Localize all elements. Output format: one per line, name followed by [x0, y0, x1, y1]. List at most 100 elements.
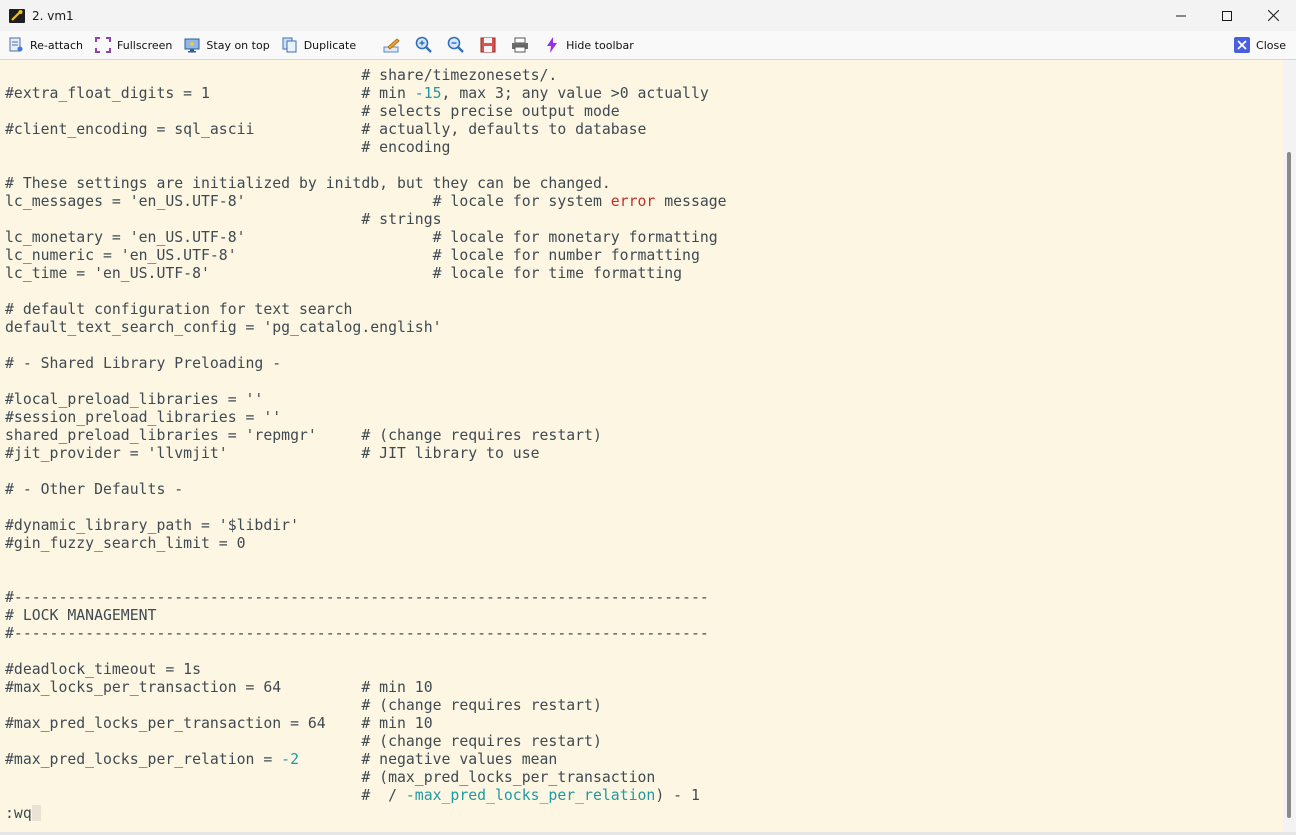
terminal-line: :wq	[5, 805, 727, 823]
terminal-line: # LOCK MANAGEMENT	[5, 607, 727, 625]
maximize-button[interactable]	[1204, 0, 1250, 31]
terminal-text-segment: #gin_fuzzy_search_limit = 0	[5, 535, 246, 552]
terminal-text-segment: default_text_search_config = 'pg_catalog…	[5, 319, 442, 336]
terminal-line: #client_encoding = sql_ascii # actually,…	[5, 121, 727, 139]
terminal-text-segment: -15	[414, 85, 442, 102]
hide-toolbar-label: Hide toolbar	[566, 38, 634, 52]
terminal-text-segment: #client_encoding = sql_ascii # actually,…	[5, 121, 647, 138]
terminal-text-segment: message	[655, 193, 727, 210]
terminal-line: # (change requires restart)	[5, 697, 727, 715]
zoom-in-button[interactable]	[412, 33, 436, 57]
zoom-out-button[interactable]	[444, 33, 468, 57]
terminal-line: # (max_pred_locks_per_transaction	[5, 769, 727, 787]
terminal-text-segment: -max_pred_locks_per_relation	[405, 787, 656, 804]
terminal-text-segment: # encoding	[5, 139, 451, 156]
terminal-text-segment: lc_time = 'en_US.UTF-8' # locale for tim…	[5, 265, 683, 282]
hide-toolbar-button[interactable]: Hide toolbar	[540, 33, 638, 57]
terminal-line: # / -max_pred_locks_per_relation) - 1	[5, 787, 727, 805]
monitor-icon	[184, 37, 200, 53]
terminal-text-segment: # - Other Defaults -	[5, 481, 184, 498]
stay-on-top-label: Stay on top	[206, 38, 270, 52]
terminal-text-segment: lc_numeric = 'en_US.UTF-8' # locale for …	[5, 247, 700, 264]
close-window-button[interactable]	[1250, 0, 1296, 31]
terminal-text-segment: # - Shared Library Preloading -	[5, 355, 282, 372]
terminal-text: # share/timezonesets/. #extra_float_digit…	[5, 67, 727, 823]
app-icon	[9, 8, 25, 24]
close-icon	[1267, 10, 1279, 21]
terminal-text-segment: # (change requires restart)	[5, 697, 602, 714]
fullscreen-icon	[95, 37, 112, 53]
scrollbar-thumb[interactable]	[1287, 152, 1291, 818]
lightning-icon	[544, 37, 560, 53]
terminal-line: #extra_float_digits = 1 # min -15, max 3…	[5, 85, 727, 103]
terminal-line: #max_pred_locks_per_relation = -2 # nega…	[5, 751, 727, 769]
vertical-scrollbar[interactable]	[1283, 60, 1296, 832]
terminal-line: #gin_fuzzy_search_limit = 0	[5, 535, 727, 553]
terminal-text-segment: ) - 1	[655, 787, 700, 804]
terminal-text-segment: shared_preload_libraries = 'repmgr' # (c…	[5, 427, 602, 444]
terminal-line: # encoding	[5, 139, 727, 157]
terminal-line: #max_pred_locks_per_transaction = 64 # m…	[5, 715, 727, 733]
terminal-text-segment: error	[610, 193, 656, 210]
terminal-line: # (change requires restart)	[5, 733, 727, 751]
terminal-line: #jit_provider = 'llvmjit' # JIT library …	[5, 445, 727, 463]
terminal-line: # default configuration for text search	[5, 301, 727, 319]
close-toolbar-button[interactable]: Close	[1234, 33, 1286, 57]
terminal-line: lc_messages = 'en_US.UTF-8' # locale for…	[5, 193, 727, 211]
terminal-text-segment: # strings	[5, 211, 442, 228]
reattach-icon	[8, 37, 24, 53]
terminal-text-segment: #max_pred_locks_per_transaction = 64 # m…	[5, 715, 433, 732]
reattach-button[interactable]: Re-attach	[4, 33, 87, 57]
terminal-line: default_text_search_config = 'pg_catalog…	[5, 319, 727, 337]
terminal-line: # - Other Defaults -	[5, 481, 727, 499]
terminal-line: # These settings are initialized by init…	[5, 175, 727, 193]
toolbar: Re-attach Fullscreen Stay on top Duplica…	[0, 31, 1296, 60]
duplicate-label: Duplicate	[303, 38, 357, 52]
terminal-line: # share/timezonesets/.	[5, 67, 727, 85]
text-cursor	[31, 805, 41, 821]
terminal-text-segment: # These settings are initialized by init…	[5, 175, 611, 192]
terminal-text-segment: #---------------------------------------…	[5, 589, 709, 606]
terminal-text-segment: -2	[281, 751, 299, 768]
maximize-icon	[1222, 10, 1232, 21]
terminal-text-segment: #deadlock_timeout = 1s	[5, 661, 201, 678]
terminal-line: lc_monetary = 'en_US.UTF-8' # locale for…	[5, 229, 727, 247]
duplicate-button[interactable]: Duplicate	[278, 33, 360, 57]
terminal-text-segment: # /	[5, 787, 406, 804]
terminal-text-segment: # selects precise output mode	[5, 103, 620, 120]
minimize-button[interactable]	[1158, 0, 1204, 31]
terminal-line: # strings	[5, 211, 727, 229]
terminal-text-segment: #max_pred_locks_per_relation =	[5, 751, 282, 768]
edit-icon	[383, 38, 400, 53]
print-icon	[512, 37, 529, 53]
fullscreen-button[interactable]: Fullscreen	[91, 33, 176, 57]
terminal-line: #session_preload_libraries = ''	[5, 409, 727, 427]
terminal-text-segment: # (change requires restart)	[5, 733, 602, 750]
terminal-line: lc_time = 'en_US.UTF-8' # locale for tim…	[5, 265, 727, 283]
terminal-text-segment: #---------------------------------------…	[5, 625, 709, 642]
terminal-line: #deadlock_timeout = 1s	[5, 661, 727, 679]
terminal-text-segment: :wq	[5, 805, 32, 822]
window-controls	[1158, 0, 1296, 31]
terminal-view[interactable]: # share/timezonesets/. #extra_float_digit…	[0, 60, 1283, 832]
terminal-text-segment: #extra_float_digits = 1 # min	[5, 85, 415, 102]
window-title: 2. vm1	[32, 8, 74, 23]
edit-button[interactable]	[380, 33, 404, 57]
terminal-line: #---------------------------------------…	[5, 589, 727, 607]
close-label: Close	[1256, 38, 1286, 52]
print-button[interactable]	[508, 33, 532, 57]
terminal-line: #dynamic_library_path = '$libdir'	[5, 517, 727, 535]
terminal-text-segment: #jit_provider = 'llvmjit' # JIT library …	[5, 445, 540, 462]
stay-on-top-button[interactable]: Stay on top	[180, 33, 273, 57]
terminal-text-segment: #dynamic_library_path = '$libdir'	[5, 517, 299, 534]
fullscreen-label: Fullscreen	[117, 38, 173, 52]
save-button[interactable]	[476, 33, 500, 57]
